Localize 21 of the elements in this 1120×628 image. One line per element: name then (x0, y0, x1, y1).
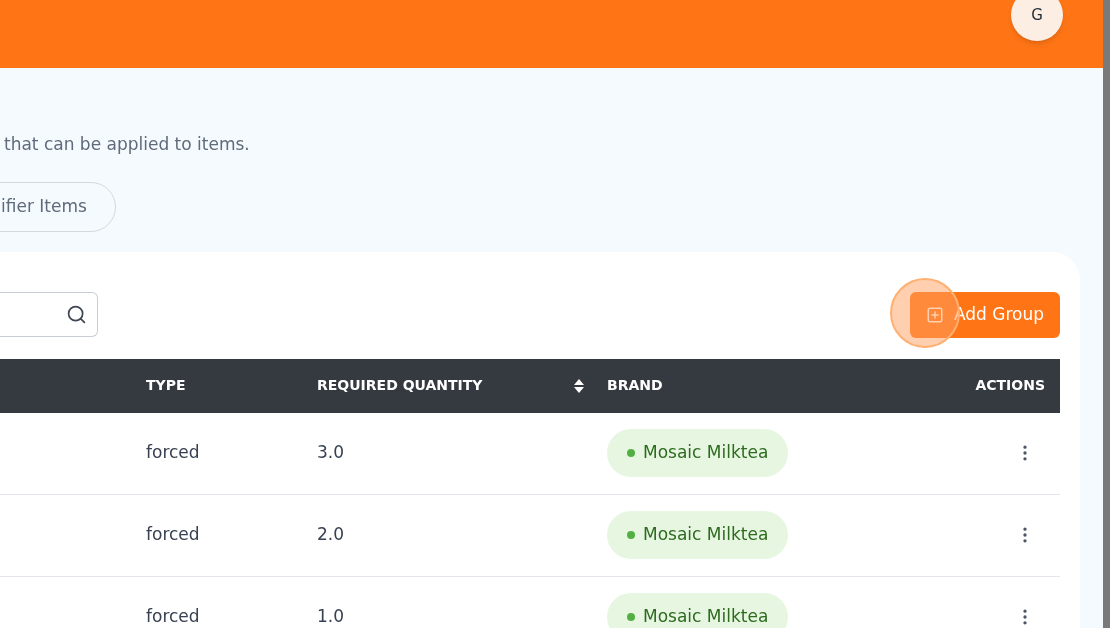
tab-button[interactable]: ifier Items (0, 181, 116, 232)
table-cell-text: 1.0 (317, 605, 346, 628)
column-header: TYPE (146, 376, 187, 395)
brand-tag: Mosaic Milktea (607, 511, 789, 559)
table-cell-text: forced (146, 441, 201, 465)
table-cell-text: 3.0 (317, 441, 346, 465)
scrollbar[interactable] (1103, 0, 1110, 628)
table-cell-text: forced (146, 605, 201, 628)
table-cell-text: forced (146, 523, 201, 547)
plus-square-icon (925, 305, 944, 324)
brand-tag: Mosaic Milktea (607, 429, 789, 477)
avatar[interactable]: G (1011, 0, 1063, 41)
column-header: ACTIONS (975, 376, 1046, 395)
column-header: BRAND (607, 376, 664, 395)
search-icon (66, 304, 87, 325)
search-field[interactable] (0, 292, 98, 337)
sort-icon[interactable] (574, 378, 584, 393)
brand-tag: Mosaic Milktea (607, 593, 789, 628)
table-cell-text: 2.0 (317, 523, 346, 547)
page-description: that can be applied to items. (4, 133, 251, 156)
column-header[interactable]: REQUIRED QUANTITY (317, 375, 570, 396)
